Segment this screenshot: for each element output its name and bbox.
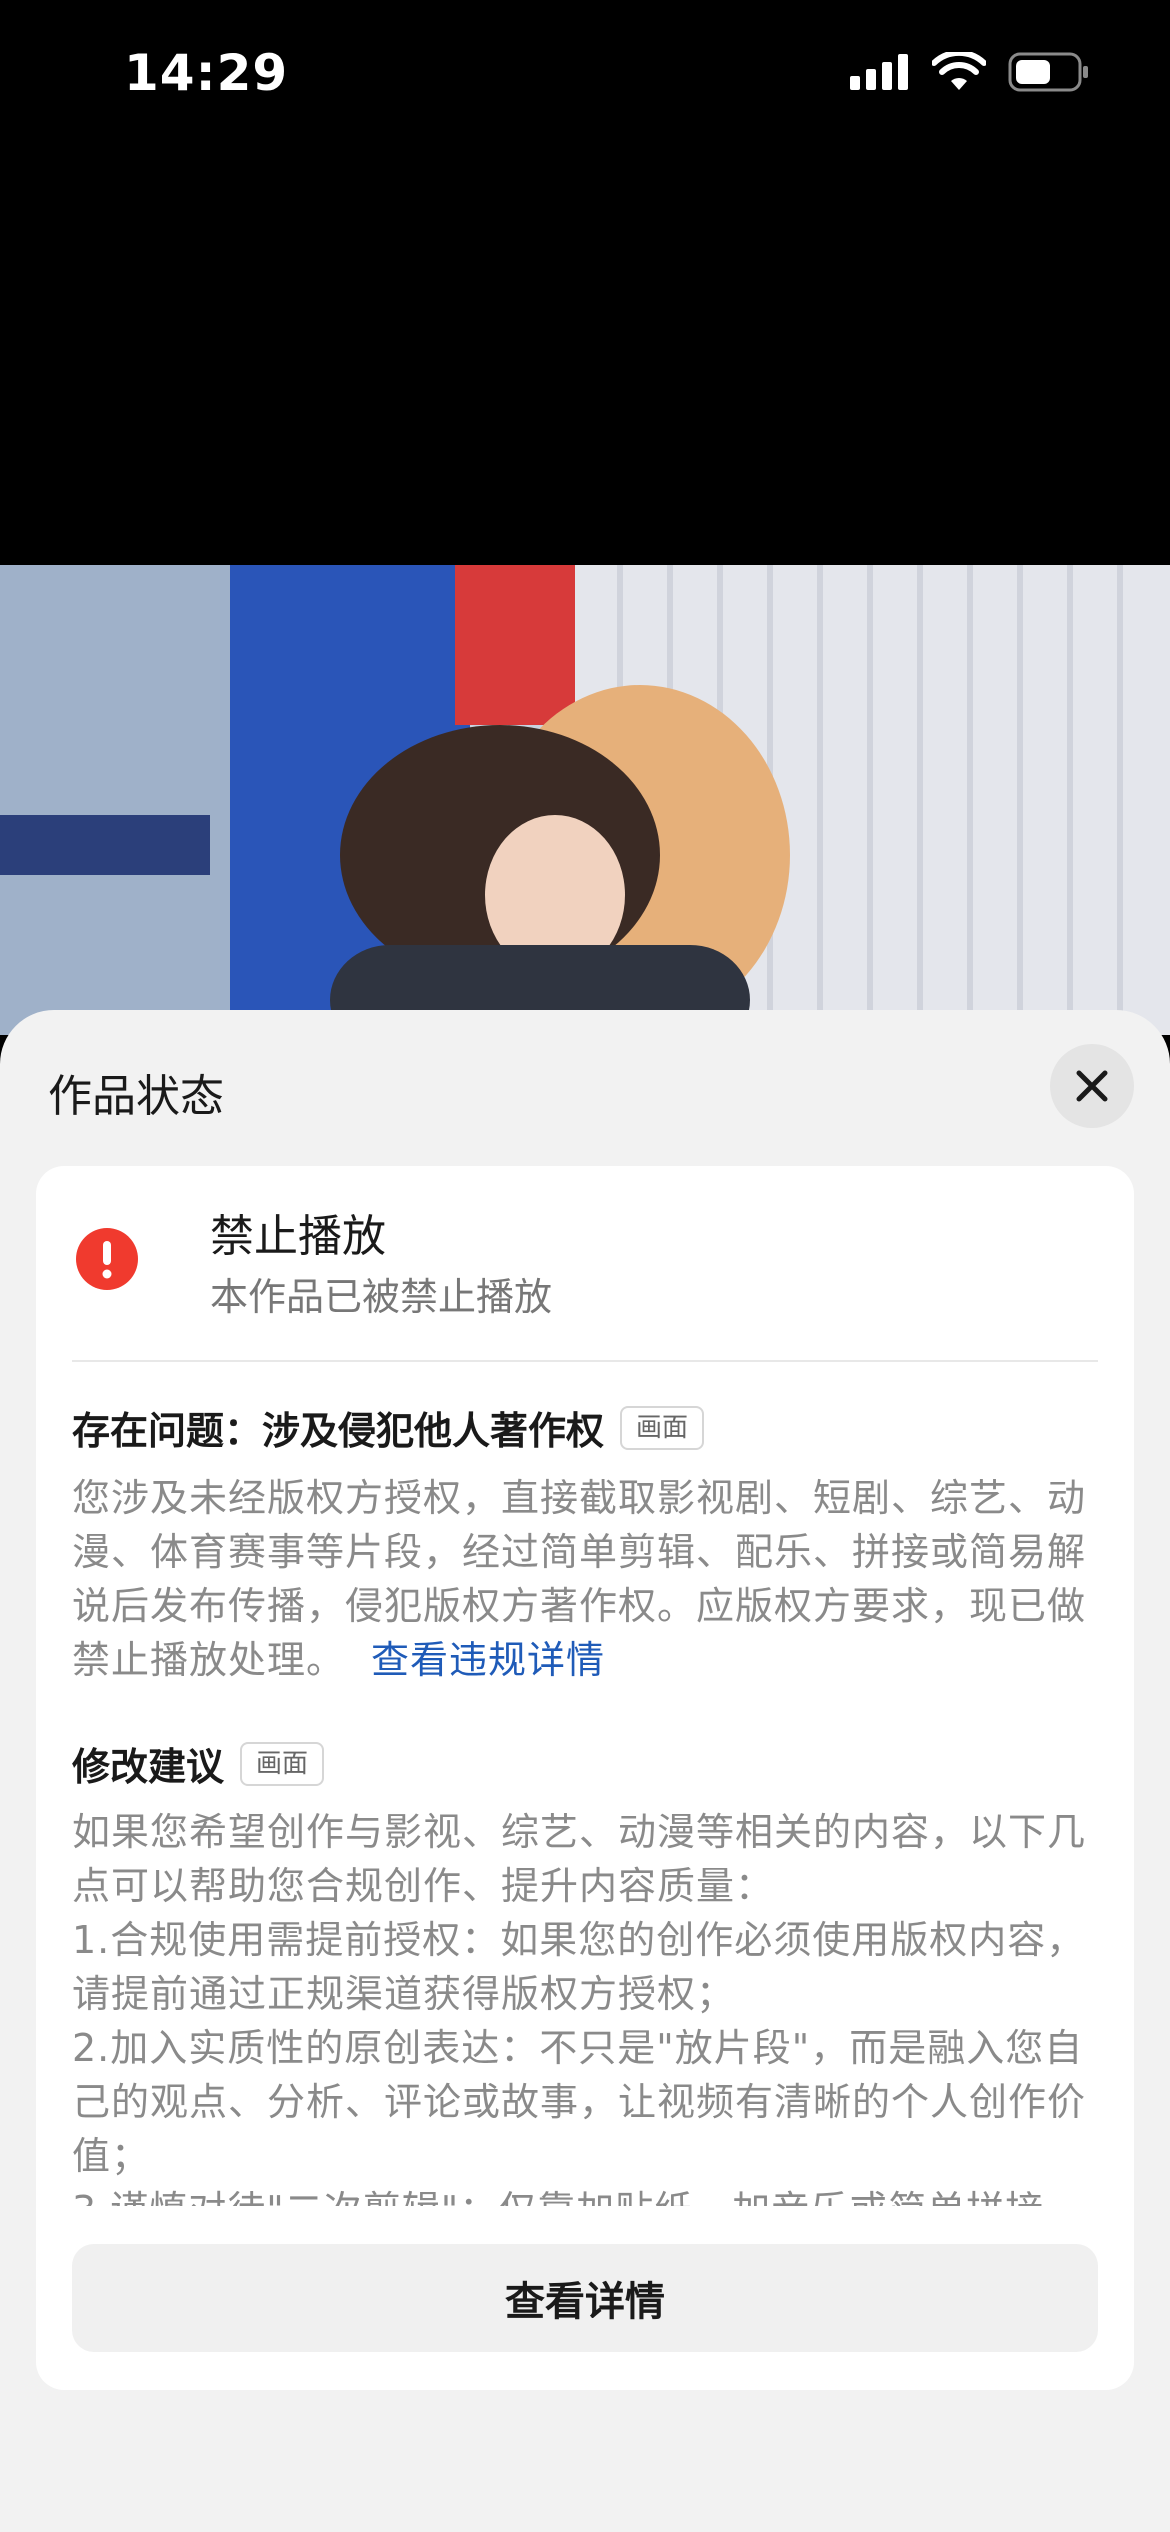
status-time: 14:29 xyxy=(124,44,289,102)
divider xyxy=(72,1360,1098,1362)
suggestion-body: 如果您希望创作与影视、综艺、动漫等相关的内容，以下几点可以帮助您合规创作、提升内… xyxy=(72,1805,1098,2206)
suggestion-section: 修改建议 画面 如果您希望创作与影视、综艺、动漫等相关的内容，以下几点可以帮助您… xyxy=(72,1736,1098,2206)
work-status-sheet: 作品状态 禁止播放 本作品已被禁止播放 存在问题： 涉及侵犯他人著作权 画面 您涉… xyxy=(0,1010,1170,2532)
wifi-icon xyxy=(932,52,986,90)
battery-icon xyxy=(1008,52,1088,92)
issue-title-prefix: 存在问题： xyxy=(72,1409,263,1453)
view-details-button[interactable]: 查看详情 xyxy=(72,2244,1098,2352)
close-icon xyxy=(1076,1070,1108,1102)
issue-body: 您涉及未经版权方授权，直接截取影视剧、短剧、综艺、动漫、体育赛事等片段，经过简单… xyxy=(72,1471,1098,1687)
status-icons xyxy=(850,52,1090,92)
suggestion-item: 2.加入实质性的原创表达：不只是"放片段"，而是融入您自己的观点、分析、评论或故… xyxy=(72,2026,1087,2178)
suggestion-item: 3.谨慎对待"二次剪辑"：仅靠加贴纸、加音乐或简单拼接 xyxy=(72,2183,1098,2206)
status-bar: 14:29 xyxy=(0,0,1170,160)
issue-section: 存在问题： 涉及侵犯他人著作权 画面 您涉及未经版权方授权，直接截取影视剧、短剧、… xyxy=(72,1400,1098,1687)
signal-icon xyxy=(850,54,908,90)
issue-title-row: 存在问题： 涉及侵犯他人著作权 画面 xyxy=(72,1400,1098,1455)
suggestion-title: 修改建议 xyxy=(72,1745,225,1789)
status-heading: 禁止播放 xyxy=(210,1211,386,1262)
video-frame-image xyxy=(0,565,1170,1035)
close-button[interactable] xyxy=(1050,1044,1134,1128)
sheet-title: 作品状态 xyxy=(48,1071,224,1122)
issue-tag: 画面 xyxy=(620,1405,705,1450)
suggestion-tag: 画面 xyxy=(240,1741,325,1786)
suggestion-title-row: 修改建议 画面 xyxy=(72,1736,1098,1791)
suggestion-intro: 如果您希望创作与影视、综艺、动漫等相关的内容，以下几点可以帮助您合规创作、提升内… xyxy=(72,1810,1087,1908)
status-card: 禁止播放 本作品已被禁止播放 存在问题： 涉及侵犯他人著作权 画面 您涉及未经版权… xyxy=(36,1166,1134,2390)
alert-icon xyxy=(76,1228,138,1290)
status-row: 禁止播放 本作品已被禁止播放 xyxy=(76,1200,1098,1320)
issue-title: 涉及侵犯他人著作权 xyxy=(262,1409,605,1453)
violation-details-link[interactable]: 查看违规详情 xyxy=(371,1638,605,1682)
status-subtitle: 本作品已被禁止播放 xyxy=(210,1275,553,1319)
suggestion-item: 1.合规使用需提前授权：如果您的创作必须使用版权内容，请提前通过正规渠道获得版权… xyxy=(72,1918,1086,2016)
video-player[interactable] xyxy=(0,565,1170,1035)
